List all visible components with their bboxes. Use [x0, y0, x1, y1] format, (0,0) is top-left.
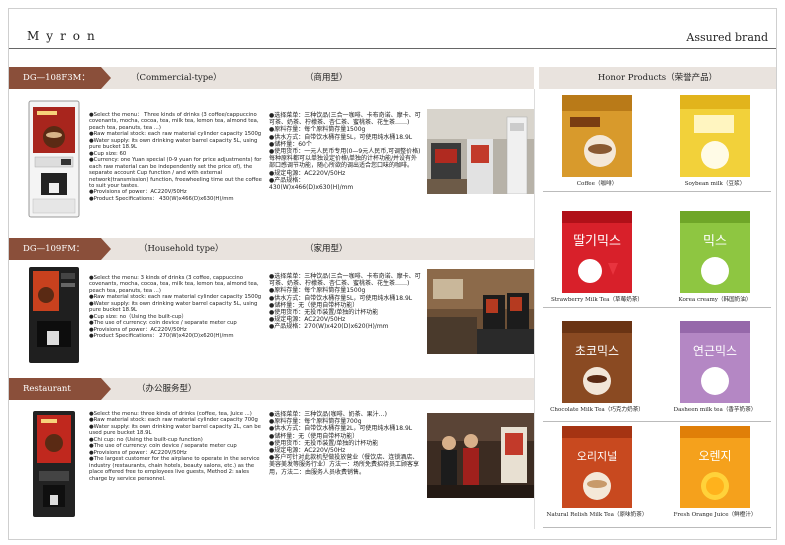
spec-item: ●Currency: one Yuan special (0-9 yuan fo… [89, 157, 262, 189]
product-package-image: 딸기믹스 [562, 211, 632, 293]
spec-item: ●Raw material stock: each raw material c… [89, 294, 262, 301]
product-strawberry-milk-tea: 딸기믹스 Strawberry Milk Tea（草莓奶茶） [539, 211, 655, 303]
spec-item: ●Raw material stock: each raw material c… [89, 417, 258, 424]
package-label: 오리지널 [577, 450, 617, 463]
spec-item: ●使用货币：无投币装置/单独的计杯功能 [269, 439, 379, 447]
spec-item: ●Product Specifications： 430(W)x466(D)x6… [89, 195, 234, 202]
product-caption: Dasheen milk tea（香芋奶茶） [673, 407, 757, 413]
package-label: 믹스 [703, 234, 727, 249]
column-divider [534, 89, 535, 529]
row-divider [543, 191, 771, 192]
specs-zh-household: ●选择菜单：三种饮品(三合一咖啡、卡布奇诺、摩卡、可可茶、奶茶、柠檬茶、杏仁茶、… [269, 273, 421, 331]
brand-tagline: Assured brand [686, 31, 768, 44]
section-header-commercial: DG—108F3M： （Commercial-type） （商用型） [9, 67, 534, 89]
spec-item: ●储杯量：无（使用自带杯功能） [269, 432, 359, 440]
coffee-machine-household-image [29, 267, 79, 363]
spec-item: ●Select the menu: 3 kinds of drinks (3 c… [89, 275, 259, 294]
product-package-image: 오렌지 [680, 426, 750, 508]
model-tag: DG—109FM： [9, 238, 111, 260]
spec-item: ●Water supply: its own drinking water ba… [89, 423, 261, 437]
spec-item: ●Raw material stock: each raw material c… [89, 131, 262, 138]
product-fresh-orange-juice: 오렌지 Fresh Orange Juice（鲜橙汁） [657, 426, 773, 518]
product-korea-creamy: 믹스 Korea creamy（韩国奶油） [657, 211, 773, 303]
spec-item: ●供水方式：自带饮水桶存量5L，可使用纯水桶18.9L [269, 133, 413, 141]
type-label-zh: （商用型） [305, 73, 348, 83]
spec-item: ●储杯量：无（使用自带杯功能） [269, 301, 359, 309]
specs-en-commercial: ●Select the menu： Three kinds of drinks … [89, 112, 265, 202]
spec-item: ●产品规格： [269, 176, 305, 184]
type-label-zh: （家用型） [305, 244, 348, 254]
spec-item: ●客户可针对此款机型做投放营业（餐饮店、连锁酒店、美容美发等服务行业）方法一：场… [269, 454, 420, 476]
specs-zh-restaurant: ●选择菜单：三种饮品(咖啡、奶茶、果汁…) ●原料存量：每个原料筒存量700g … [269, 411, 421, 476]
product-chocolate-milk-tea: 초코믹스 Chocolate Milk Tea（巧克力奶茶） [539, 321, 655, 413]
product-package-image [680, 95, 750, 177]
brand-name: Myron [27, 29, 102, 43]
product-caption: Strawberry Milk Tea（草莓奶茶） [550, 297, 644, 303]
honor-products-header: Honor Products（荣誉产品） [539, 67, 776, 89]
coffee-machine-commercial-image [28, 100, 80, 218]
specs-en-household: ●Select the menu: 3 kinds of drinks (3 c… [89, 275, 265, 340]
spec-item: ●Select the menu： Three kinds of drinks … [89, 112, 259, 131]
product-caption: Natural Relish Milk Tea（原味奶茶） [546, 512, 648, 518]
type-label-en: （Household type） [139, 244, 224, 254]
model-tag: DG—108F3M： [9, 67, 111, 89]
store-photo [427, 109, 535, 194]
spec-item: ●规定电源：AC220V/50Hz [269, 169, 346, 177]
package-label: 연근믹스 [693, 344, 737, 358]
product-package-image: 연근믹스 [680, 321, 750, 403]
product-caption: Soybean milk（豆浆） [684, 181, 746, 187]
product-dasheen-milk-tea: 연근믹스 Dasheen milk tea（香芋奶茶） [657, 321, 773, 413]
header: Myron Assured brand [9, 9, 776, 49]
product-package-image: 믹스 [680, 211, 750, 293]
spec-item: ●使用货币：一元人民币专用(0—9元人民币,可调整价格)每种原料都可以单独设定价… [269, 148, 421, 170]
type-label-zh: （办公服务型） [137, 384, 197, 394]
product-caption: Fresh Orange Juice（鲜橙汁） [673, 512, 757, 518]
package-label: 오렌지 [698, 449, 731, 463]
spec-item: 430(W)x466(D)x630(H)/mm [269, 184, 354, 192]
product-natural-relish-milk-tea: 오리지널 Natural Relish Milk Tea（原味奶茶） [539, 426, 655, 518]
row-divider [543, 527, 771, 528]
product-package-image: 오리지널 [562, 426, 632, 508]
row-divider [543, 307, 771, 308]
product-package-image [562, 95, 632, 177]
spec-item: ●Water supply: its own drinking water ba… [89, 300, 258, 314]
package-label: 딸기믹스 [573, 234, 621, 249]
spec-item: ●储杯量：60个 [269, 140, 312, 148]
product-coffee: Coffee（咖啡） [539, 95, 655, 187]
product-caption: Coffee（咖啡） [576, 181, 618, 187]
spec-item: ●供水方式：自带饮水桶存量2L，可使用纯水桶18.9L [269, 425, 413, 433]
page: Myron Assured brand DG—108F3M： （Commerci… [8, 8, 777, 540]
household-photo [427, 269, 535, 354]
spec-item: ●选择菜单：三种饮品(三合一咖啡、卡布奇诺、摩卡、可可茶、奶茶、柠檬茶、杏仁茶、… [269, 273, 421, 288]
spec-item: ●Product Specifications： 270(W)x420(D)x6… [89, 333, 234, 340]
product-soybean-milk: Soybean milk（豆浆） [657, 95, 773, 187]
product-caption: Chocolate Milk Tea（巧克力奶茶） [550, 407, 644, 413]
section-header-household: DG—109FM： （Household type） （家用型） [9, 238, 534, 260]
spec-item: ●The largest customer for the airplane t… [89, 456, 260, 482]
spec-item: ●Water supply: its own drinking water ba… [89, 137, 258, 151]
coffee-machine-restaurant-image [33, 411, 75, 517]
package-label: 초코믹스 [575, 344, 619, 358]
specs-zh-commercial: ●选择菜单：三种饮品(三合一咖啡、卡布奇诺、摩卡、可可茶、奶茶、柠檬茶、杏仁茶、… [269, 112, 421, 191]
spec-item: ●选择菜单：三种饮品(三合一咖啡、卡布奇诺、摩卡、可可茶、奶茶、柠檬茶、杏仁茶、… [269, 112, 421, 127]
spec-item: ●原料存量：每个原料筒存量1500g [269, 126, 366, 134]
restaurant-photo [427, 413, 535, 498]
spec-item: ●供水方式：自带饮水桶存量5L，可使用纯水桶18.9L [269, 294, 413, 302]
specs-en-restaurant: ●Select the menu: three kinds of drinks … [89, 411, 265, 482]
type-label-en: （Commercial-type） [131, 73, 222, 83]
product-package-image: 초코믹스 [562, 321, 632, 403]
spec-item: ●产品规格：270(W)x420(D)x620(H)/mm [269, 323, 389, 331]
spec-item: ●原料存量：每个原料筒存量1500g [269, 287, 366, 295]
model-tag: Restaurant special [9, 378, 111, 416]
product-caption: Korea creamy（韩国奶油） [678, 297, 752, 303]
section-header-restaurant: Restaurant special （办公服务型） [9, 378, 534, 416]
row-divider [543, 421, 771, 422]
